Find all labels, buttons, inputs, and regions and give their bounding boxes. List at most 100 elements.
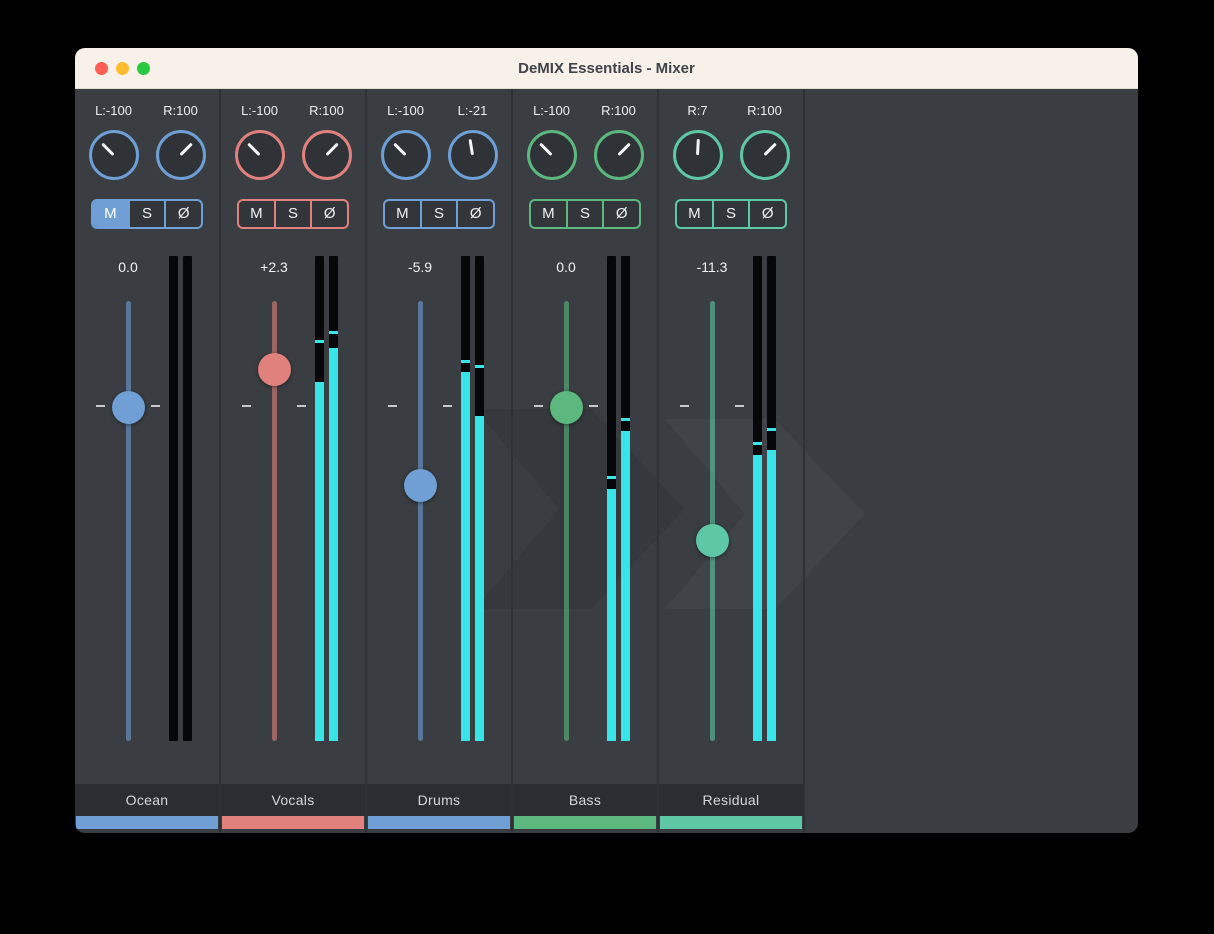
meter-peak	[767, 428, 776, 431]
fader-value: +2.3	[260, 259, 288, 275]
fader-handle[interactable]	[258, 353, 291, 386]
fader-value: 0.0	[118, 259, 137, 275]
solo-button[interactable]: S	[566, 201, 603, 227]
meter-peak	[475, 365, 484, 368]
mute-button[interactable]: M	[385, 201, 420, 227]
meter-fill	[461, 372, 470, 741]
meter-left	[461, 256, 470, 741]
channel-strip-bass: L:-100 R:100 M S Ø 0.0	[513, 89, 659, 833]
pan-left-knob[interactable]	[381, 130, 431, 180]
mute-button[interactable]: M	[93, 201, 128, 227]
phase-button[interactable]: Ø	[456, 201, 493, 227]
mute-button[interactable]: M	[531, 201, 566, 227]
pan-right-knob[interactable]	[156, 130, 206, 180]
fader-track	[564, 301, 569, 741]
solo-button[interactable]: S	[274, 201, 311, 227]
pan-right-knob[interactable]	[448, 130, 498, 180]
volume-fader[interactable]	[414, 301, 426, 741]
pan-right-value: R:100	[747, 101, 782, 121]
knob-needle	[763, 143, 776, 156]
meter-peak	[753, 442, 762, 445]
knob-needle	[393, 143, 406, 156]
meter-fill	[767, 450, 776, 741]
solo-button[interactable]: S	[128, 201, 165, 227]
zero-db-tick	[443, 405, 452, 407]
pan-right-knob[interactable]	[740, 130, 790, 180]
meter-left	[753, 256, 762, 741]
fader-handle[interactable]	[112, 391, 145, 424]
meter-fill	[607, 489, 616, 741]
fader-track	[710, 301, 715, 741]
channel-button-group: M S Ø	[237, 199, 349, 229]
fader-handle[interactable]	[404, 469, 437, 502]
channel-color-bar	[514, 816, 656, 829]
solo-button[interactable]: S	[420, 201, 457, 227]
phase-button[interactable]: Ø	[602, 201, 639, 227]
pan-right-value: R:100	[309, 101, 344, 121]
meter-fill	[329, 348, 338, 741]
meter-right	[183, 256, 192, 741]
pan-left-knob[interactable]	[527, 130, 577, 180]
fader-value: -5.9	[408, 259, 432, 275]
phase-button[interactable]: Ø	[310, 201, 347, 227]
knob-needle	[247, 143, 260, 156]
stereo-level-meter	[315, 256, 338, 741]
channel-button-group: M S Ø	[529, 199, 641, 229]
fader-handle[interactable]	[550, 391, 583, 424]
channel-button-group: M S Ø	[675, 199, 787, 229]
minimize-button[interactable]	[116, 62, 129, 75]
mute-button[interactable]: M	[239, 201, 274, 227]
solo-button[interactable]: S	[712, 201, 749, 227]
channel-strip-ocean: L:-100 R:100 M S Ø 0.0	[75, 89, 221, 833]
stereo-level-meter	[169, 256, 192, 741]
meter-left	[315, 256, 324, 741]
stereo-level-meter	[461, 256, 484, 741]
pan-left-knob[interactable]	[235, 130, 285, 180]
phase-button[interactable]: Ø	[164, 201, 201, 227]
knob-needle	[617, 143, 630, 156]
close-button[interactable]	[95, 62, 108, 75]
knob-needle	[539, 143, 552, 156]
channel-color-bar	[76, 816, 218, 829]
phase-button[interactable]: Ø	[748, 201, 785, 227]
channel-name: Bass	[513, 784, 657, 816]
pan-right-value: L:-21	[458, 101, 488, 121]
channel-color-bar	[660, 816, 802, 829]
knob-needle	[179, 143, 192, 156]
traffic-lights	[95, 62, 150, 75]
meter-left	[169, 256, 178, 741]
fader-track	[126, 301, 131, 741]
fader-handle[interactable]	[696, 524, 729, 557]
pan-left-knob[interactable]	[89, 130, 139, 180]
pan-left-value: L:-100	[533, 101, 570, 121]
meter-fill	[753, 455, 762, 741]
channel-button-group: M S Ø	[383, 199, 495, 229]
fader-value: 0.0	[556, 259, 575, 275]
channel-color-bar	[222, 816, 364, 829]
pan-section: L:-100 R:100	[75, 101, 219, 180]
channel-color-bar	[368, 816, 510, 829]
zero-db-tick	[680, 405, 689, 407]
channel-name: Residual	[659, 784, 803, 816]
zoom-button[interactable]	[137, 62, 150, 75]
zero-db-tick	[388, 405, 397, 407]
pan-section: L:-100 R:100	[221, 101, 365, 180]
meter-peak	[461, 360, 470, 363]
meter-fill	[475, 416, 484, 741]
volume-fader[interactable]	[706, 301, 718, 741]
pan-right-knob[interactable]	[302, 130, 352, 180]
mute-button[interactable]: M	[677, 201, 712, 227]
pan-left-knob[interactable]	[673, 130, 723, 180]
volume-fader[interactable]	[122, 301, 134, 741]
zero-db-tick	[297, 405, 306, 407]
channel-name: Ocean	[75, 784, 219, 816]
pan-section: R:7 R:100	[659, 101, 803, 180]
pan-right-knob[interactable]	[594, 130, 644, 180]
meter-peak	[329, 331, 338, 334]
volume-fader[interactable]	[268, 301, 280, 741]
pan-left-value: L:-100	[241, 101, 278, 121]
knob-needle	[325, 143, 338, 156]
volume-fader[interactable]	[560, 301, 572, 741]
channel-button-group: M S Ø	[91, 199, 203, 229]
app-window: DeMIX Essentials - Mixer L:-100 R:100	[75, 48, 1138, 833]
